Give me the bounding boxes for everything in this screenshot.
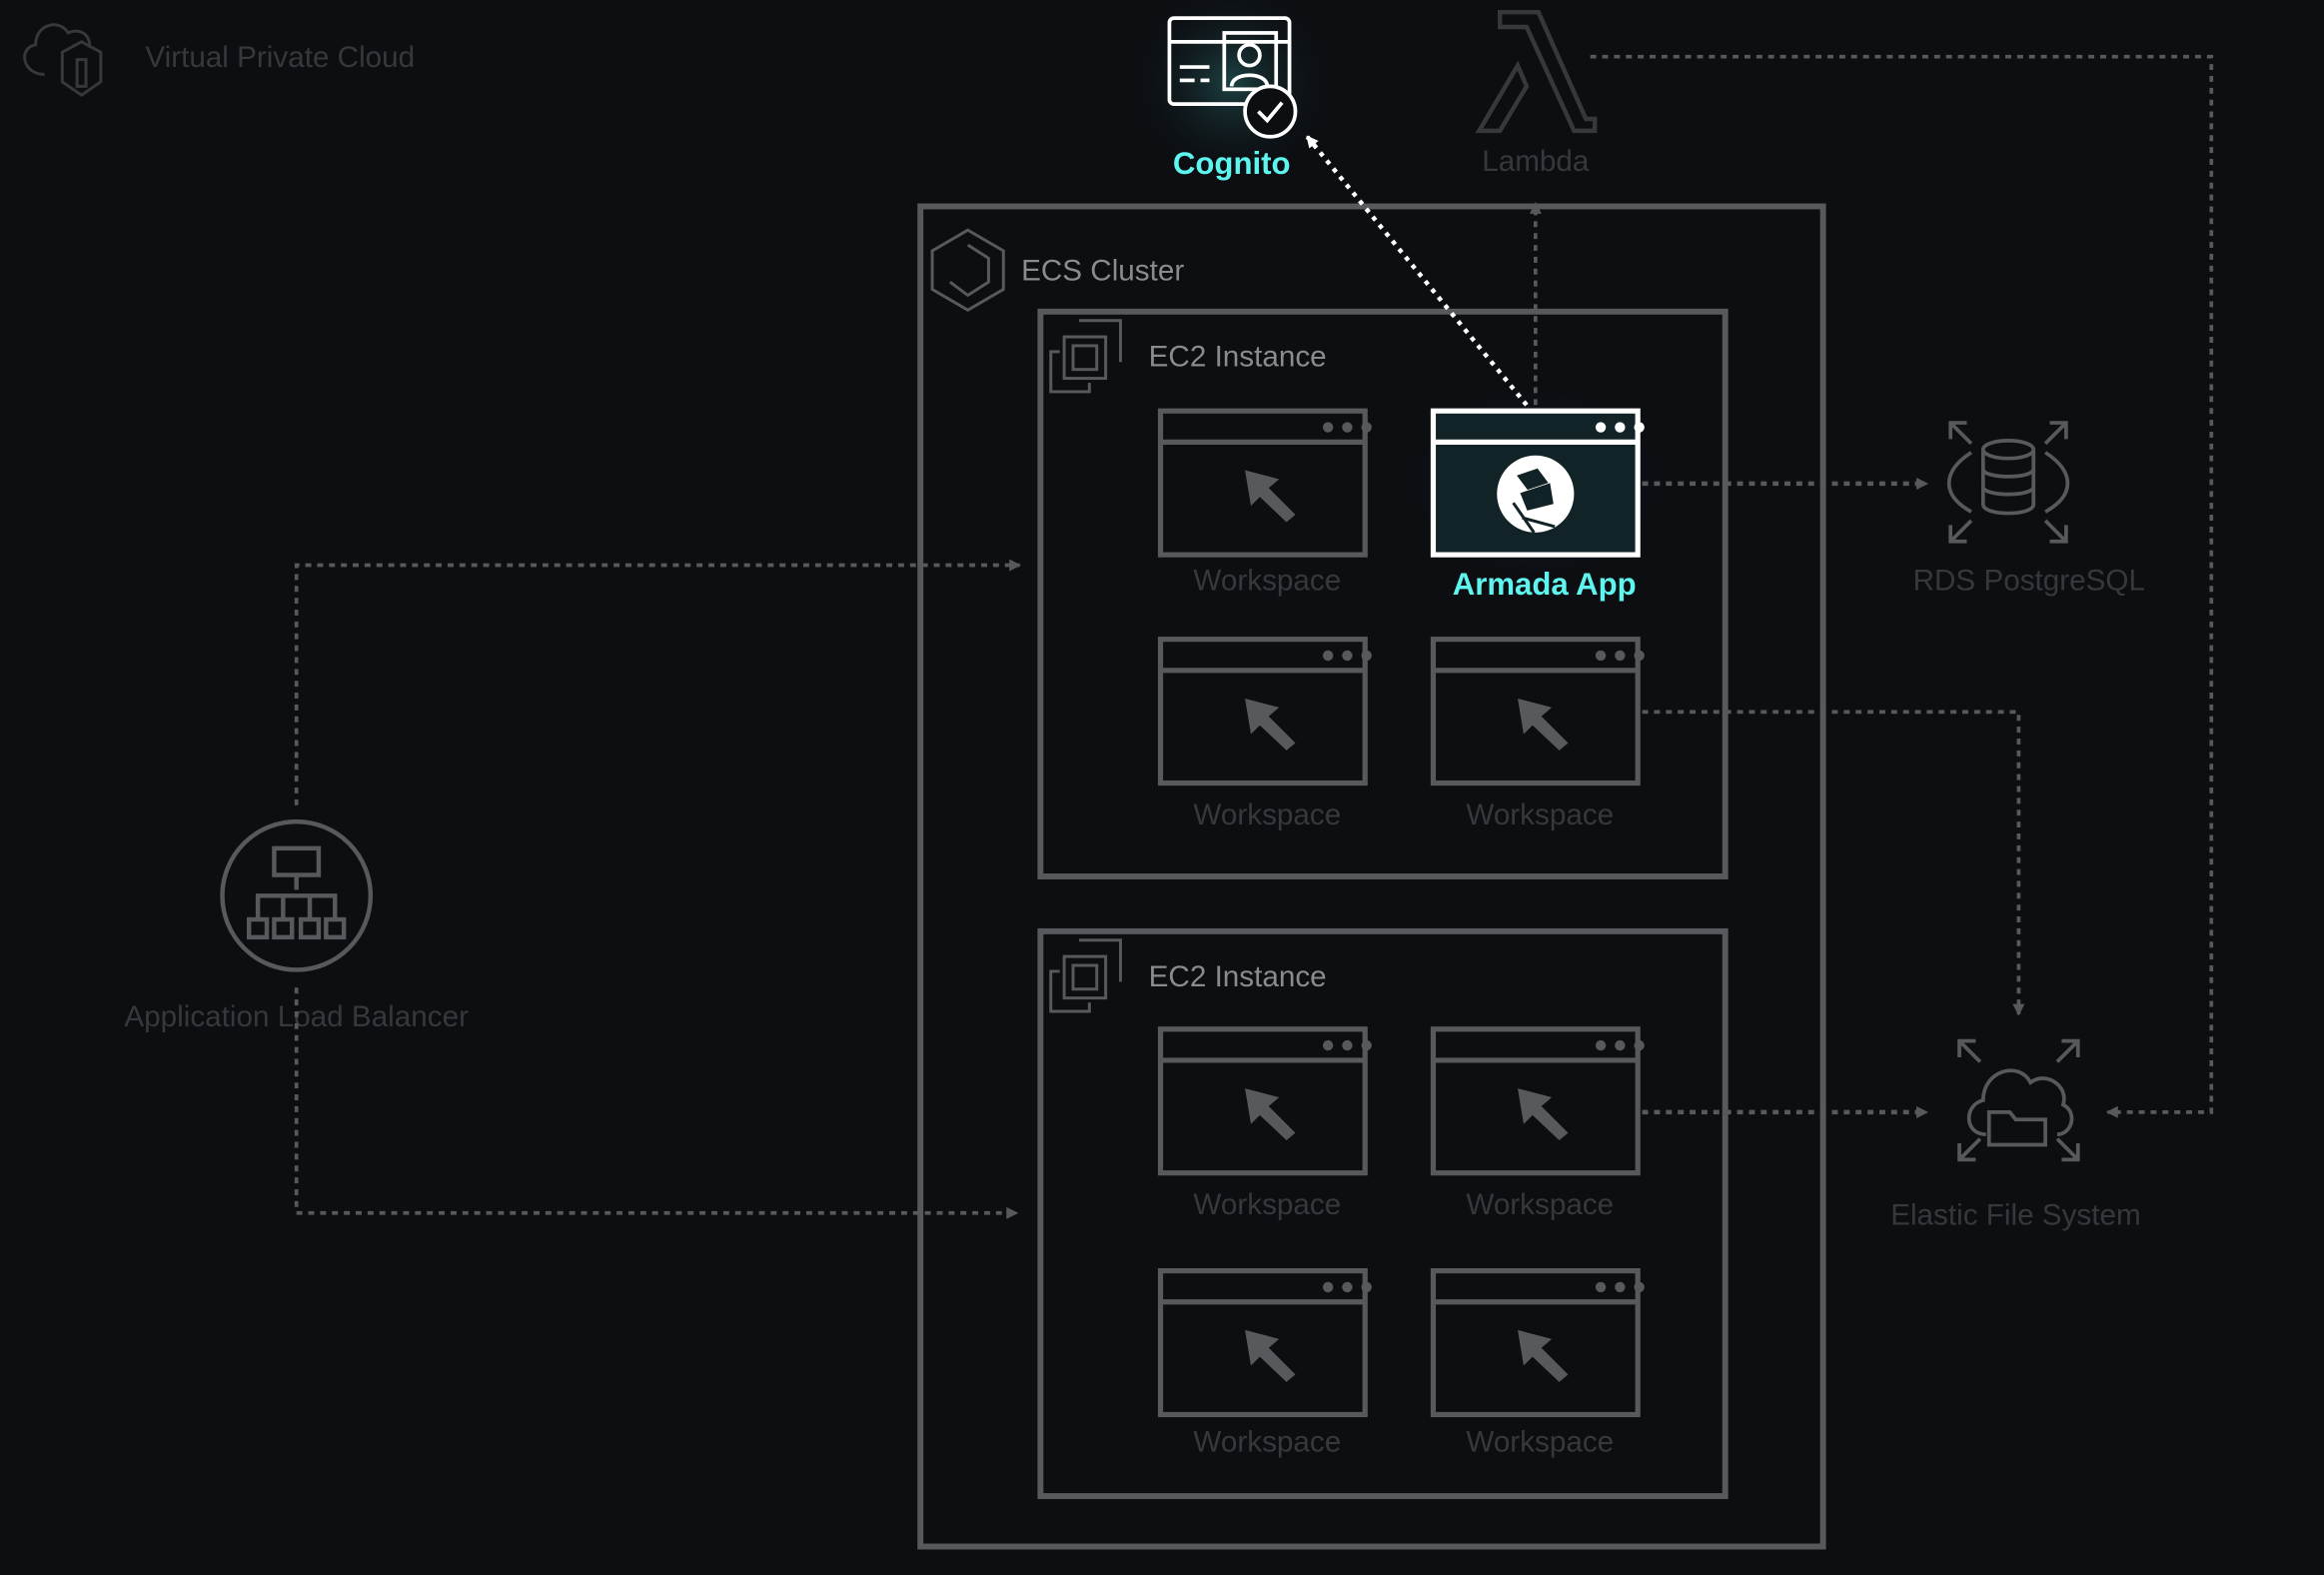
window-dot-icon — [1361, 1281, 1372, 1293]
ecs-label: ECS Cluster — [1021, 255, 1184, 288]
workspace-node[interactable]: Workspace — [1157, 1026, 1372, 1221]
window-dot-icon — [1342, 1281, 1353, 1293]
window-dot-icon — [1342, 422, 1353, 433]
window-dot-icon — [1322, 1281, 1334, 1293]
database-icon — [1946, 421, 2070, 544]
window-dot-icon — [1634, 650, 1645, 662]
efs-node[interactable]: Elastic File System — [1890, 1038, 2141, 1232]
workspace-label: Workspace — [1466, 1188, 1614, 1221]
window-dot-icon — [1342, 650, 1353, 662]
window-dot-icon — [1595, 650, 1607, 662]
workspace-to-efs-connector — [1642, 710, 2019, 1014]
window-dot-icon — [1634, 1281, 1645, 1293]
workspace-node[interactable]: Workspace — [1157, 637, 1372, 831]
ec2-instance: EC2 Instance Workspace Armada App Workspace… — [1037, 308, 1729, 879]
window-dot-icon — [1615, 650, 1626, 662]
ec2-instance-label: EC2 Instance — [1149, 960, 1327, 993]
workspace-label: Workspace — [1193, 1188, 1341, 1221]
window-dot-icon — [1361, 650, 1372, 662]
workspace-node[interactable]: Workspace — [1430, 637, 1645, 831]
window-dot-icon — [1322, 650, 1334, 662]
lambda-label: Lambda — [1482, 145, 1590, 178]
workspace-label: Workspace — [1466, 798, 1614, 831]
window-dot-icon — [1595, 422, 1607, 433]
armada-app-label: Armada App — [1453, 567, 1637, 602]
vpc-label: Virtual Private Cloud — [145, 41, 415, 74]
workspace-label: Workspace — [1193, 565, 1341, 598]
ecs-hexagon-icon — [930, 228, 1005, 313]
window-dot-icon — [1615, 422, 1626, 433]
window-dot-icon — [1322, 422, 1334, 433]
window-dot-icon — [1342, 1039, 1353, 1051]
window-dot-icon — [1634, 422, 1645, 433]
load-balancer-icon — [220, 818, 374, 972]
cloud-shield-icon — [23, 23, 103, 98]
armada-app-node[interactable]: Armada App — [1403, 381, 1668, 603]
rds-label: RDS PostgreSQL — [1913, 565, 2145, 598]
window-dot-icon — [1615, 1281, 1626, 1293]
window-dot-icon — [1361, 422, 1372, 433]
workspace-node[interactable]: Workspace — [1157, 408, 1372, 598]
ec2-instance: EC2 Instance Workspace Workspace Workspace W… — [1037, 927, 1729, 1500]
workspace-label: Workspace — [1193, 1426, 1341, 1459]
architecture-diagram: Virtual Private Cloud Cognito Lambda ECS… — [23, 0, 2214, 1550]
ec2-instance-label: EC2 Instance — [1149, 341, 1327, 374]
window-dot-icon — [1595, 1281, 1607, 1293]
window-dot-icon — [1322, 1039, 1334, 1051]
workspace-node[interactable]: Workspace — [1430, 1267, 1645, 1459]
efs-label: Elastic File System — [1890, 1199, 2141, 1232]
chip-icon — [1049, 938, 1122, 1013]
workspace-label: Workspace — [1193, 798, 1341, 831]
rds-node[interactable]: RDS PostgreSQL — [1913, 421, 2145, 598]
workspace-label: Workspace — [1466, 1426, 1614, 1459]
alb-to-ec2-1-connector — [294, 565, 1020, 805]
window-dot-icon — [1595, 1039, 1607, 1051]
armada-ship-logo-icon — [1497, 455, 1575, 534]
workspace-node[interactable]: Workspace — [1157, 1267, 1372, 1459]
vpc-group: Virtual Private Cloud — [23, 23, 415, 98]
cloud-folder-icon — [1957, 1038, 2080, 1162]
cognito-node[interactable]: Cognito — [1127, 0, 1336, 186]
workspace-node[interactable]: Workspace — [1430, 1026, 1645, 1221]
window-dot-icon — [1634, 1039, 1645, 1051]
window-dot-icon — [1361, 1039, 1372, 1051]
lambda-node[interactable]: Lambda — [1475, 9, 1598, 178]
cognito-label: Cognito — [1173, 146, 1291, 181]
chip-icon — [1049, 319, 1122, 394]
window-dot-icon — [1615, 1039, 1626, 1051]
lambda-icon — [1475, 9, 1598, 134]
